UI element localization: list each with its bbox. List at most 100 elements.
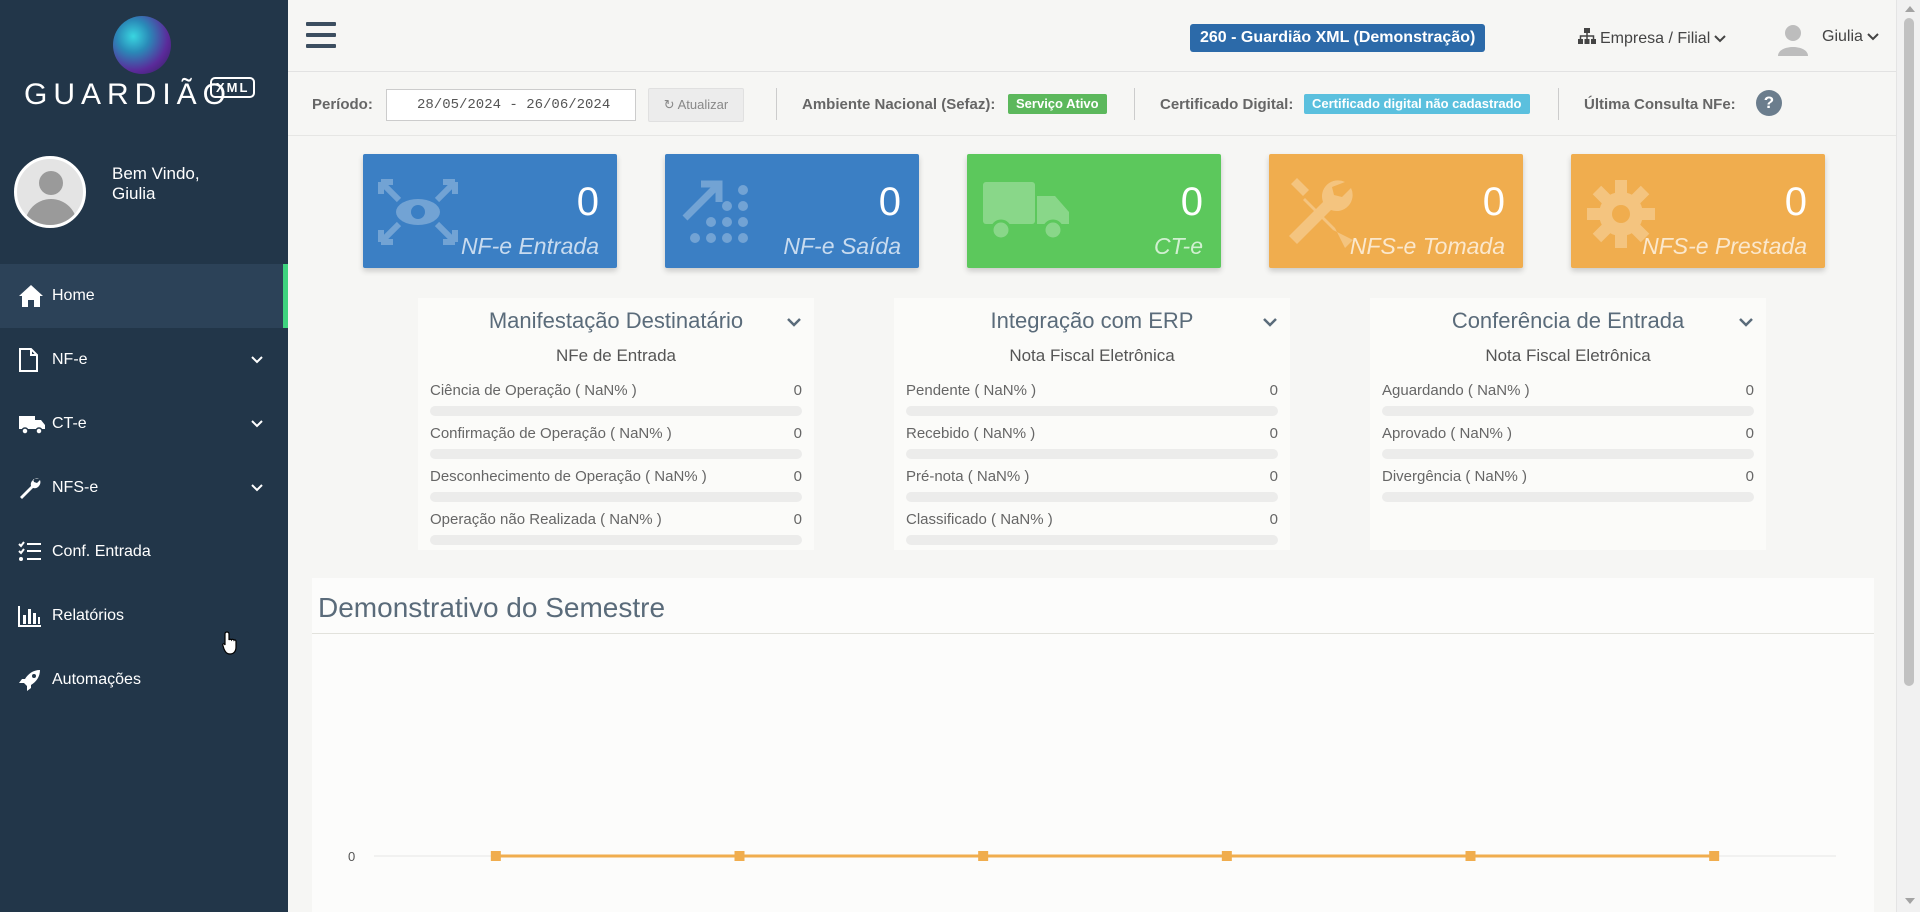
tile-value: 0 <box>1482 180 1505 224</box>
tools-icon <box>1283 178 1355 255</box>
rocket-icon <box>18 668 52 692</box>
ultima-consulta-label: Última Consulta NFe: <box>1584 96 1736 113</box>
tile-nfe-saida[interactable]: 0 NF-e Saída <box>665 154 919 268</box>
chevron-down-icon <box>250 352 264 370</box>
scroll-down-icon[interactable] <box>1905 898 1915 904</box>
tile-label: NF-e Saída <box>783 233 901 259</box>
sidebar-item-nfse[interactable]: NFS-e <box>0 456 288 520</box>
sidebar-item-home[interactable]: Home <box>0 264 288 328</box>
panel-title: Manifestação Destinatário <box>488 308 744 333</box>
data-point[interactable] <box>1709 851 1720 861</box>
tile-value: 0 <box>1784 180 1807 224</box>
sidebar-item-nfe[interactable]: NF-e <box>0 328 288 392</box>
refresh-button[interactable]: ↻ Atualizar <box>648 88 744 122</box>
y-tick-label: 0 <box>348 849 355 864</box>
empresa-filial-dropdown[interactable]: Empresa / Filial <box>1578 28 1726 49</box>
sidebar-item-label: NF-e <box>52 351 88 368</box>
refresh-label: Atualizar <box>677 97 729 112</box>
topbar: 260 - Guardião XML (Demonstração) Empres… <box>288 0 1920 72</box>
avatar <box>14 156 86 228</box>
data-point[interactable] <box>978 851 989 861</box>
menu-toggle-icon[interactable] <box>306 22 336 48</box>
panel-manifestacao: Manifestação Destinatário NFe de Entrada… <box>418 298 814 550</box>
ambiente-label: Ambiente Nacional (Sefaz): <box>802 96 996 113</box>
welcome-text: Bem Vindo, Giulia <box>112 164 200 204</box>
tile-label: CT-e <box>1154 233 1203 259</box>
data-point[interactable] <box>490 851 501 861</box>
row-value: 0 <box>793 382 802 399</box>
sidebar-item-conf-entrada[interactable]: Conf. Entrada <box>0 520 288 584</box>
chevron-down-icon[interactable] <box>1262 314 1278 332</box>
sidebar-item-relatorios[interactable]: Relatórios <box>0 584 288 648</box>
company-badge[interactable]: 260 - Guardião XML (Demonstração) <box>1190 24 1486 52</box>
home-icon <box>18 284 52 308</box>
row-label: Divergência ( NaN% ) <box>1382 468 1528 485</box>
panel-title: Integração com ERP <box>990 308 1194 333</box>
row-label: Pendente ( NaN% ) <box>906 382 1037 399</box>
panel-subtitle: NFe de Entrada <box>555 346 676 365</box>
user-dropdown[interactable]: Giulia <box>1822 28 1879 46</box>
data-point[interactable] <box>734 851 745 861</box>
chevron-down-icon <box>1714 30 1726 48</box>
progress-bar <box>906 535 1278 545</box>
tile-value: 0 <box>1180 180 1203 224</box>
brand-wordmark: GUARDIÃO <box>24 78 233 111</box>
sidebar-item-cte[interactable]: CT-e <box>0 392 288 456</box>
sidebar-item-label: Conf. Entrada <box>52 543 151 560</box>
row-label: Ciência de Operação ( NaN% ) <box>430 382 637 399</box>
tile-cte[interactable]: 0 CT-e <box>967 154 1221 268</box>
progress-bar <box>1382 449 1754 459</box>
chevron-down-icon <box>250 480 264 498</box>
chevron-down-icon[interactable] <box>786 314 802 332</box>
progress-bar <box>906 449 1278 459</box>
cert-label: Certificado Digital: <box>1160 96 1294 113</box>
sidebar-item-label: CT-e <box>52 415 87 432</box>
truck-icon <box>981 178 1073 247</box>
row-value: 0 <box>1269 468 1278 485</box>
help-icon[interactable]: ? <box>1756 90 1782 116</box>
tile-label: NF-e Entrada <box>460 233 599 259</box>
bar-chart-icon <box>18 605 52 627</box>
row-label: Pré-nota ( NaN% ) <box>906 468 1030 485</box>
avatar[interactable] <box>1776 22 1810 56</box>
sidebar-nav: Home NF-e CT-e NFS-e Conf. Entrada Relat… <box>0 264 288 712</box>
logo-orb-icon <box>113 16 171 74</box>
brand-tag: XML <box>210 77 256 98</box>
row-value: 0 <box>1269 382 1278 399</box>
dots-arrow-icon <box>679 178 763 253</box>
tile-label: NFS-e Prestada <box>1642 233 1807 259</box>
row-label: Confirmação de Operação ( NaN% ) <box>430 425 672 442</box>
progress-bar <box>430 492 802 502</box>
scroll-up-icon[interactable] <box>1905 6 1915 12</box>
sitemap-icon <box>1578 28 1596 49</box>
row-value: 0 <box>1745 468 1754 485</box>
row-value: 0 <box>1269 425 1278 442</box>
semester-chart: 0 <box>348 849 1836 864</box>
data-point[interactable] <box>1465 851 1476 861</box>
chevron-down-icon[interactable] <box>1738 314 1754 332</box>
panel-subtitle: Nota Fiscal Eletrônica <box>1009 346 1175 365</box>
user-name: Giulia <box>1822 28 1863 45</box>
chevron-down-icon <box>1867 28 1879 46</box>
period-input[interactable]: 28/05/2024 - 26/06/2024 <box>386 89 636 121</box>
tile-nfe-entrada[interactable]: 0 NF-e Entrada <box>363 154 617 268</box>
sidebar-item-label: Automações <box>52 671 141 688</box>
tile-value: 0 <box>878 180 901 224</box>
period-label: Período: <box>312 96 373 113</box>
data-point[interactable] <box>1221 851 1232 861</box>
progress-bar <box>430 535 802 545</box>
sidebar-item-automacoes[interactable]: Automações <box>0 648 288 712</box>
panel-title: Conferência de Entrada <box>1451 308 1685 333</box>
tile-nfse-tomada[interactable]: 0 NFS-e Tomada <box>1269 154 1523 268</box>
chart-title: Demonstrativo do Semestre <box>318 592 666 623</box>
divider <box>1134 88 1135 120</box>
row-label: Aguardando ( NaN% ) <box>1382 382 1530 399</box>
row-label: Classificado ( NaN% ) <box>906 511 1053 528</box>
scrollbar[interactable] <box>1896 0 1920 912</box>
row-value: 0 <box>1745 425 1754 442</box>
brand-logo[interactable]: GUARDIÃO XML <box>0 12 288 122</box>
scroll-thumb[interactable] <box>1904 18 1914 686</box>
tile-nfse-prestada[interactable]: 0 NFS-e Prestada <box>1571 154 1825 268</box>
row-value: 0 <box>1745 382 1754 399</box>
divider <box>776 88 777 120</box>
